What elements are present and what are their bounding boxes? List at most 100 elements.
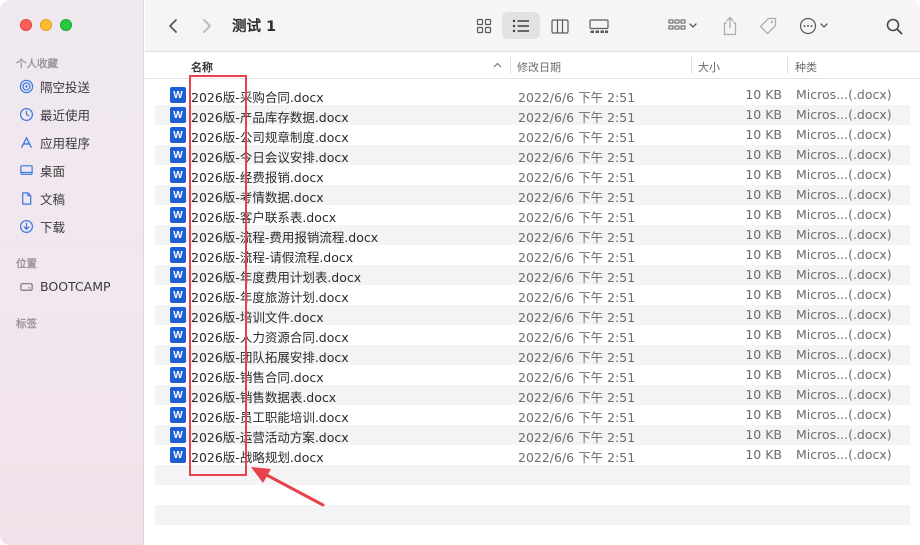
sidebar-item-applications[interactable]: 应用程序 (18, 132, 90, 152)
file-kind: Micros...(.docx) (796, 87, 892, 102)
tags-button[interactable] (756, 13, 780, 39)
list-icon (512, 19, 529, 32)
column-divider[interactable] (691, 57, 692, 74)
table-row[interactable]: W 2026版-客户联系表.docx 2022/6/6 下午 2:51 10 KB Mi… (155, 205, 910, 225)
file-kind: Micros...(.docx) (796, 327, 892, 342)
document-icon (18, 190, 34, 206)
file-size: 10 KB (745, 87, 782, 102)
file-size: 10 KB (745, 167, 782, 182)
column-divider[interactable] (510, 57, 511, 74)
list-view-button[interactable] (502, 12, 540, 39)
group-by-button[interactable] (663, 13, 703, 39)
minimize-window-button[interactable] (40, 19, 52, 31)
sidebar-item-recents[interactable]: 最近使用 (18, 104, 90, 124)
file-kind: Micros...(.docx) (796, 407, 892, 422)
share-icon (723, 16, 737, 36)
back-button[interactable] (163, 14, 183, 38)
table-row[interactable]: W 2026版-销售数据表.docx 2022/6/6 下午 2:51 10 KB Mi… (155, 385, 910, 405)
column-divider[interactable] (787, 57, 788, 74)
column-header-size[interactable]: 大小 (698, 59, 720, 75)
sidebar-item-desktop[interactable]: 桌面 (18, 160, 65, 180)
word-document-icon: W (170, 127, 186, 143)
more-actions-button[interactable] (795, 13, 835, 39)
column-header-name[interactable]: 名称 (191, 59, 213, 75)
sidebar-item-airdrop[interactable]: 隔空投送 (18, 76, 90, 96)
table-row[interactable]: W 2026版-公司规章制度.docx 2022/6/6 下午 2:51 10 KB M… (155, 125, 910, 145)
table-row[interactable]: W 2026版-人力资源合同.docx 2022/6/6 下午 2:51 10 KB M… (155, 325, 910, 345)
disk-icon (18, 278, 34, 294)
highlight-box (189, 75, 247, 476)
table-row[interactable]: W 2026版-培训文件.docx 2022/6/6 下午 2:51 10 KB Mic… (155, 305, 910, 325)
search-button[interactable] (882, 14, 906, 38)
close-window-button[interactable] (20, 19, 32, 31)
desktop-icon (18, 162, 34, 178)
file-date: 2022/6/6 下午 2:51 (518, 330, 636, 345)
word-document-icon: W (170, 87, 186, 103)
table-row[interactable]: W 2026版-流程-费用报销流程.docx 2022/6/6 下午 2:51 10 … (155, 225, 910, 245)
word-document-icon: W (170, 187, 186, 203)
sidebar-section-favorites: 个人收藏 (16, 58, 58, 70)
word-document-icon: W (170, 227, 186, 243)
file-kind: Micros...(.docx) (796, 367, 892, 382)
sidebar-item-label: 文稿 (40, 191, 66, 207)
toolbar: 测试 1 (145, 0, 920, 52)
sidebar-item-label: 应用程序 (40, 135, 91, 151)
file-size: 10 KB (745, 407, 782, 422)
file-size: 10 KB (745, 387, 782, 402)
table-row[interactable]: W 2026版-经费报销.docx 2022/6/6 下午 2:51 10 KB Mic… (155, 165, 910, 185)
table-row[interactable]: W 2026版-运营活动方案.docx 2022/6/6 下午 2:51 10 KB M… (155, 425, 910, 445)
file-list: W 2026版-采购合同.docx 2022/6/6 下午 2:51 10 KB Mic… (155, 85, 910, 465)
table-row[interactable]: W 2026版-流程-请假流程.docx 2022/6/6 下午 2:51 10 KB… (155, 245, 910, 265)
file-size: 10 KB (745, 347, 782, 362)
sidebar-item-label: BOOTCAMP (40, 278, 111, 294)
word-document-icon: W (170, 367, 186, 383)
table-row[interactable]: W 2026版-员工职能培训.docx 2022/6/6 下午 2:51 10 KB M… (155, 405, 910, 425)
column-header-date[interactable]: 修改日期 (517, 59, 561, 75)
file-size: 10 KB (745, 427, 782, 442)
word-document-icon: W (170, 287, 186, 303)
file-size: 10 KB (745, 207, 782, 222)
annotation-arrow (251, 467, 325, 507)
forward-button[interactable] (197, 14, 217, 38)
column-header-kind[interactable]: 种类 (795, 59, 817, 75)
file-kind: Micros...(.docx) (796, 227, 892, 242)
share-button[interactable] (718, 12, 742, 40)
word-document-icon: W (170, 207, 186, 223)
file-date: 2022/6/6 下午 2:51 (518, 210, 636, 225)
table-row[interactable]: W 2026版-年度旅游计划.docx 2022/6/6 下午 2:51 10 KB M… (155, 285, 910, 305)
file-date: 2022/6/6 下午 2:51 (518, 90, 636, 105)
sidebar-item-bootcamp[interactable]: BOOTCAMP (18, 276, 111, 296)
table-row[interactable]: W 2026版-团队拓展安排.docx 2022/6/6 下午 2:51 10 KB M… (155, 345, 910, 365)
chevron-right-icon (203, 19, 211, 33)
chevron-left-icon (169, 19, 177, 33)
table-row[interactable]: W 2026版-销售合同.docx 2022/6/6 下午 2:51 10 KB Mic… (155, 365, 910, 385)
sidebar-item-label: 隔空投送 (40, 79, 91, 95)
table-row[interactable]: W 2026版-采购合同.docx 2022/6/6 下午 2:51 10 KB Mic… (155, 85, 910, 105)
word-document-icon: W (170, 267, 186, 283)
table-row[interactable]: W 2026版-产品库存数据.docx 2022/6/6 下午 2:51 10 KB M… (155, 105, 910, 125)
table-row[interactable]: W 2026版-考情数据.docx 2022/6/6 下午 2:51 10 KB Mic… (155, 185, 910, 205)
word-document-icon: W (170, 247, 186, 263)
file-size: 10 KB (745, 287, 782, 302)
sidebar-item-label: 桌面 (40, 163, 66, 179)
grid-icon (476, 18, 492, 34)
icon-view-button[interactable] (471, 13, 497, 39)
file-kind: Micros...(.docx) (796, 207, 892, 222)
column-view-button[interactable] (547, 13, 573, 39)
ellipsis-circle-icon (799, 17, 828, 35)
table-row[interactable]: W 2026版-今日会议安排.docx 2022/6/6 下午 2:51 10 KB M… (155, 145, 910, 165)
fullscreen-window-button[interactable] (60, 19, 72, 31)
gallery-view-button[interactable] (585, 13, 613, 39)
sidebar-item-label: 下载 (40, 219, 66, 235)
word-document-icon: W (170, 307, 186, 323)
gallery-icon (589, 18, 609, 33)
file-kind: Micros...(.docx) (796, 427, 892, 442)
airdrop-icon (18, 78, 34, 94)
sidebar-item-downloads[interactable]: 下载 (18, 216, 65, 236)
file-kind: Micros...(.docx) (796, 127, 892, 142)
file-size: 10 KB (745, 127, 782, 142)
sidebar-item-documents[interactable]: 文稿 (18, 188, 65, 208)
file-date: 2022/6/6 下午 2:51 (518, 390, 636, 405)
table-row[interactable]: W 2026版-年度费用计划表.docx 2022/6/6 下午 2:51 10 KB… (155, 265, 910, 285)
word-document-icon: W (170, 427, 186, 443)
